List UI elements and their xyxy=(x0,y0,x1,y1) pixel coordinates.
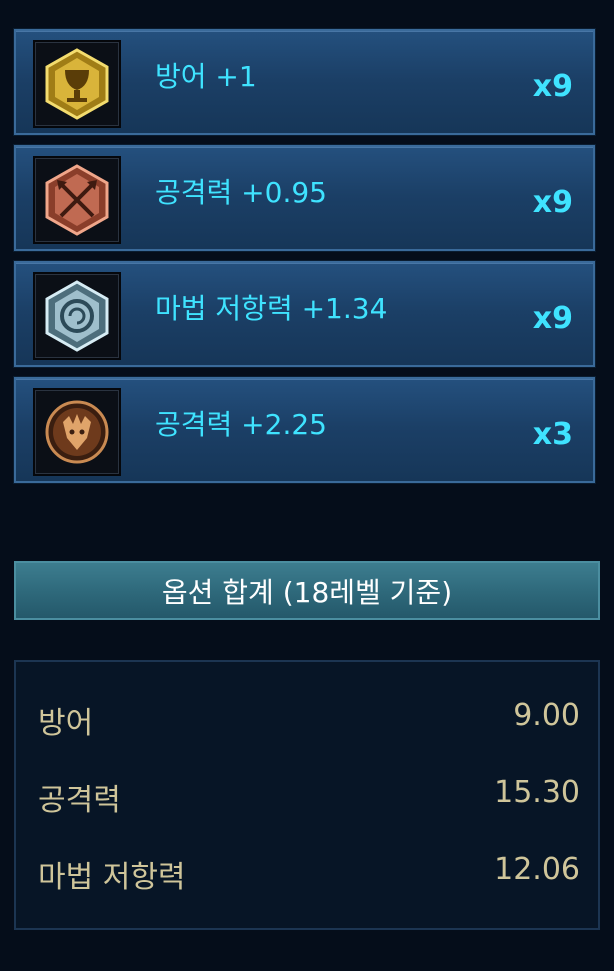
rune-row-attack: 공격력 +0.95 x9 xyxy=(14,145,595,251)
rune-label: 마법 저항력 +1.34 xyxy=(155,292,388,325)
total-name: 방어 xyxy=(38,706,94,741)
rune-row-armor: 방어 +1 x9 xyxy=(14,29,595,135)
total-row-armor: 방어 9.00 xyxy=(38,698,580,741)
rune-label: 공격력 +0.95 xyxy=(155,176,327,209)
rune-count: x9 xyxy=(532,69,573,104)
total-value: 15.30 xyxy=(494,775,580,810)
option-total-header: 옵션 합계 (18레벨 기준) xyxy=(14,561,600,620)
total-name: 공격력 xyxy=(38,783,121,818)
shell-rune-icon xyxy=(33,272,121,360)
rune-count: x3 xyxy=(532,417,573,452)
totals-panel: 방어 9.00 공격력 15.30 마법 저항력 12.06 xyxy=(14,660,600,930)
rune-row-magic-resist: 마법 저항력 +1.34 x9 xyxy=(14,261,595,367)
total-row-attack: 공격력 15.30 xyxy=(38,775,580,818)
crossed-arrows-rune-icon xyxy=(33,156,121,244)
total-value: 12.06 xyxy=(494,852,580,887)
rune-row-attack-quint: 공격력 +2.25 x3 xyxy=(14,377,595,483)
dragon-rune-icon xyxy=(33,388,121,476)
rune-label: 방어 +1 xyxy=(155,60,257,93)
total-name: 마법 저항력 xyxy=(38,860,186,895)
rune-count: x9 xyxy=(532,301,573,336)
total-row-magic-resist: 마법 저항력 12.06 xyxy=(38,852,580,895)
chalice-rune-icon xyxy=(33,40,121,128)
rune-label: 공격력 +2.25 xyxy=(155,408,327,441)
rune-count: x9 xyxy=(532,185,573,220)
total-value: 9.00 xyxy=(513,698,580,733)
